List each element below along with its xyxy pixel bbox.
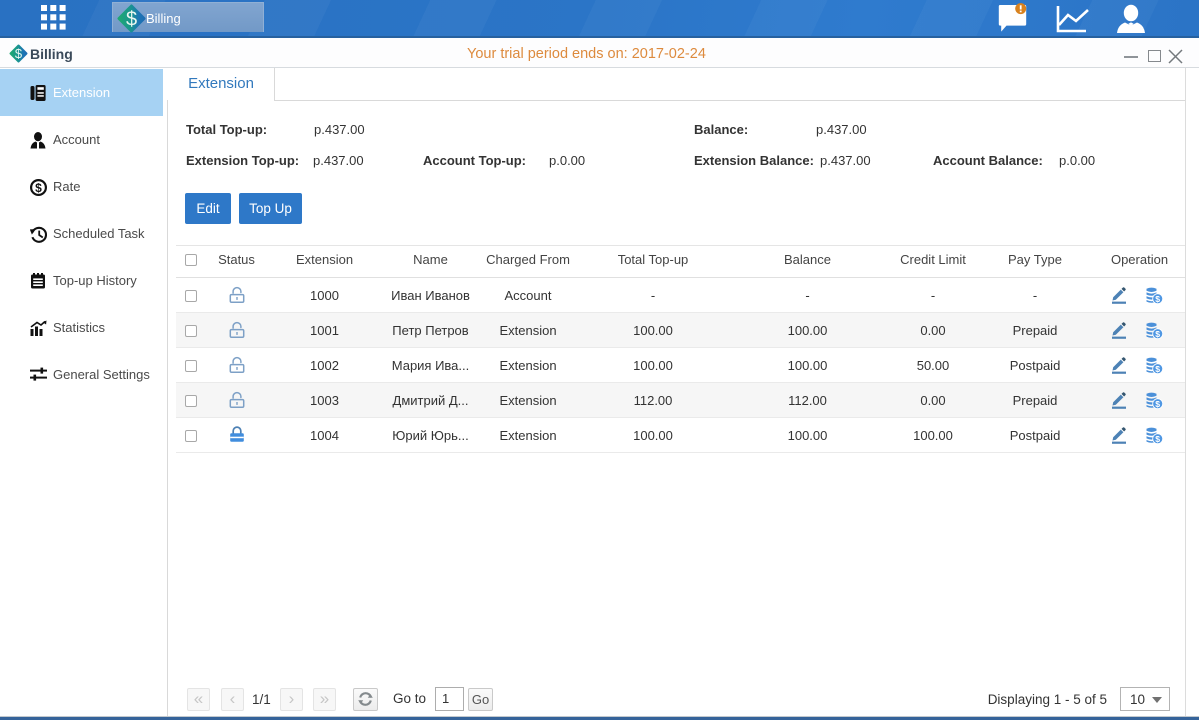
svg-text:$: $ bbox=[35, 181, 42, 195]
svg-text:$: $ bbox=[1155, 399, 1160, 409]
svg-text:$: $ bbox=[1155, 434, 1160, 444]
svg-text:$: $ bbox=[1155, 364, 1160, 374]
svg-text:$: $ bbox=[126, 9, 137, 31]
svg-text:$: $ bbox=[1155, 329, 1160, 339]
svg-text:$: $ bbox=[15, 46, 23, 61]
svg-text:$: $ bbox=[1155, 294, 1160, 304]
